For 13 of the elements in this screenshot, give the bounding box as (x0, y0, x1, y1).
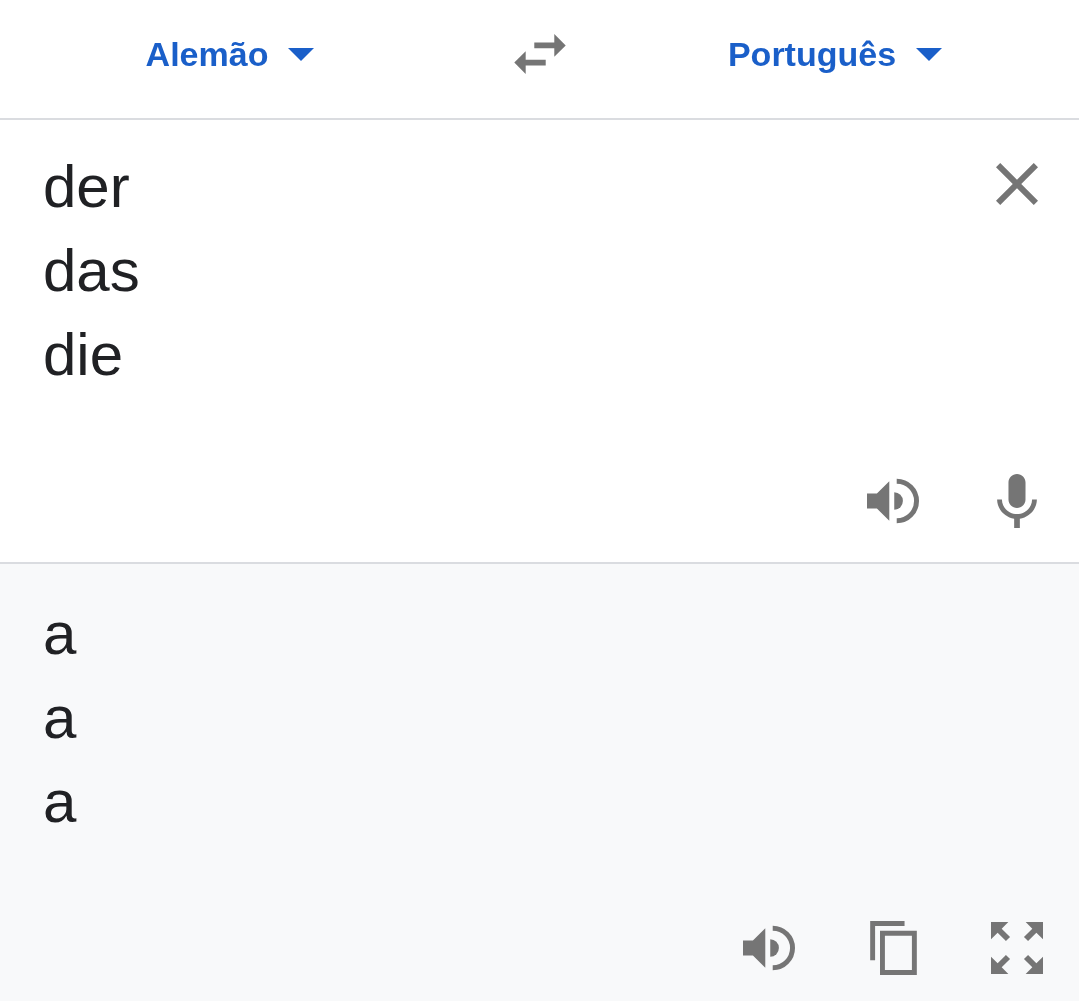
source-text-field[interactable]: der das die (43, 145, 955, 397)
speaker-icon[interactable] (867, 478, 919, 524)
caret-icon (288, 47, 315, 61)
caret-icon (916, 47, 943, 61)
target-language-button[interactable]: Português (727, 34, 943, 74)
source-language-button[interactable]: Alemão (145, 34, 315, 74)
close-icon[interactable] (996, 163, 1038, 205)
translation-text: a a a (43, 599, 77, 837)
swap-icon[interactable] (514, 34, 566, 74)
copy-icon[interactable] (869, 921, 917, 975)
speaker-icon[interactable] (743, 925, 795, 971)
expand-icon[interactable] (991, 922, 1043, 974)
microphone-icon[interactable] (997, 474, 1037, 528)
